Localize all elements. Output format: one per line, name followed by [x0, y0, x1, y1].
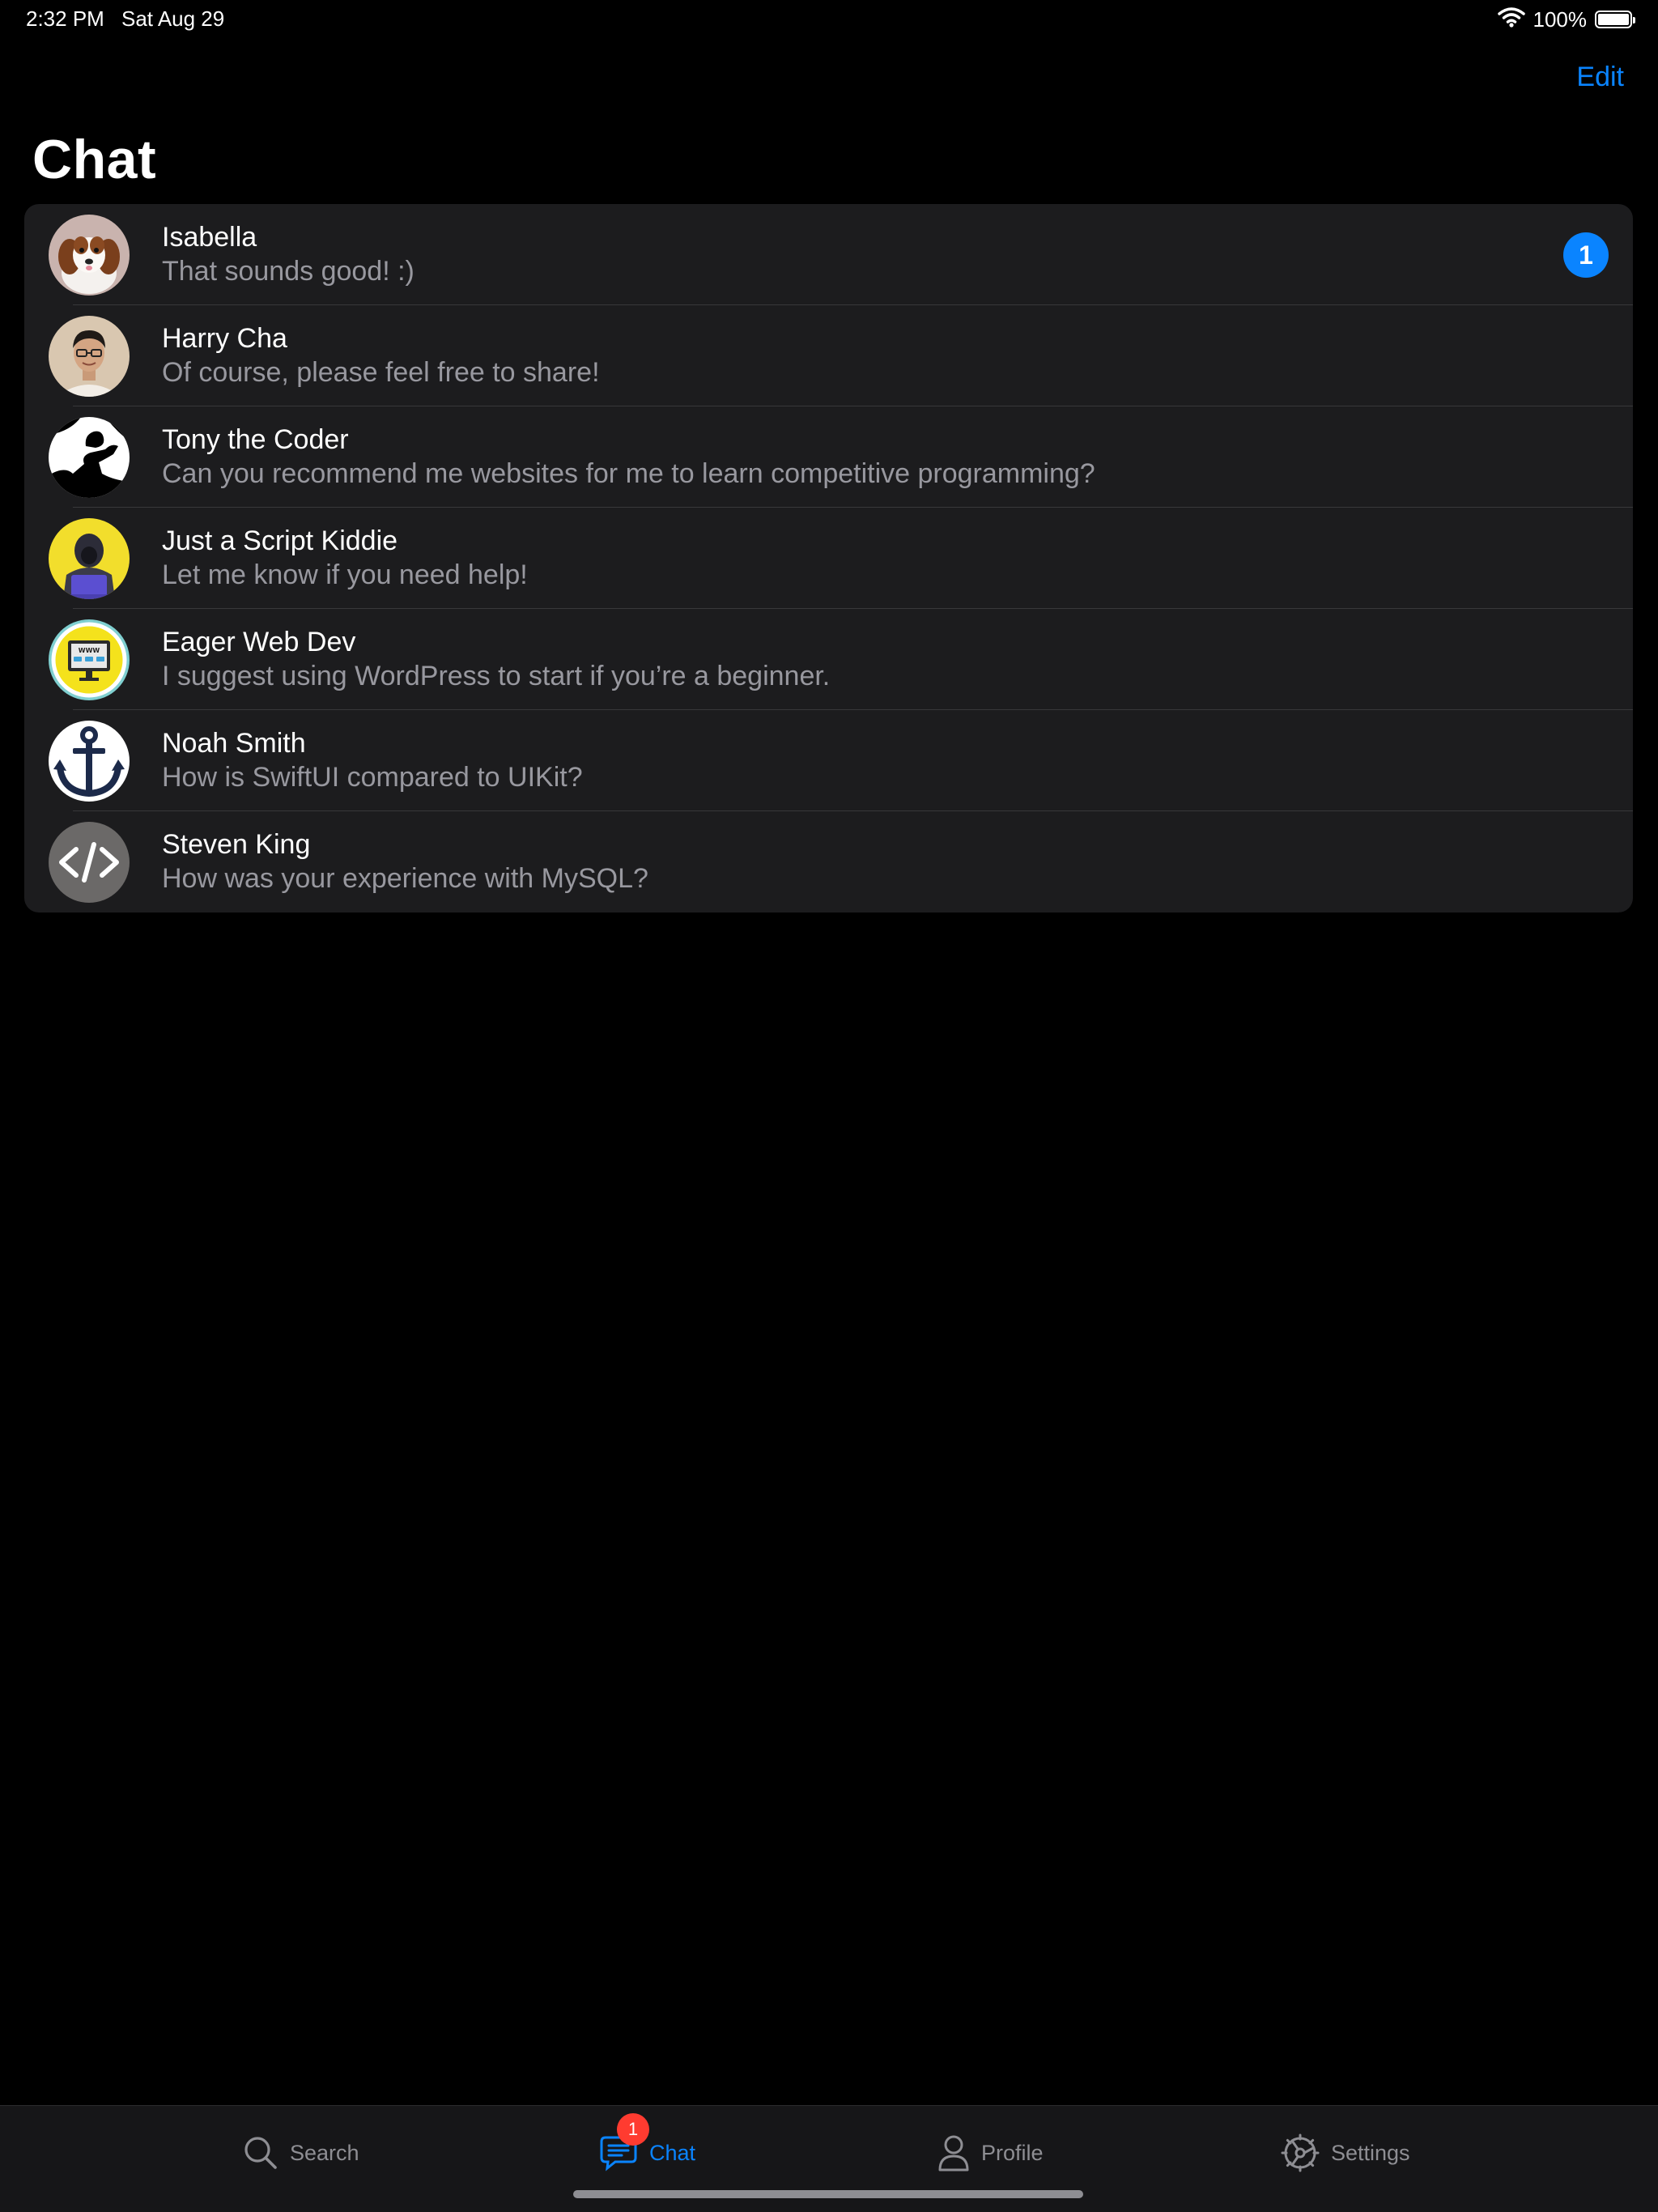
tab-chat-label: Chat [649, 2140, 696, 2165]
chat-screen: 2:32 PM Sat Aug 29 100% Edit Chat Isabel… [0, 0, 1658, 2212]
chat-bubble-icon: 1 [599, 2113, 649, 2172]
chat-name: Isabella [162, 222, 257, 253]
person-icon [937, 2134, 970, 2172]
home-indicator[interactable] [573, 2190, 1083, 2198]
chat-name: Tony the Coder [162, 424, 349, 455]
tab-profile[interactable]: Profile [937, 2130, 1044, 2176]
chat-preview: How was your experience with MySQL? [162, 863, 648, 894]
person-photo-avatar [49, 316, 130, 397]
anchor-avatar [49, 721, 130, 802]
wifi-icon [1497, 6, 1525, 33]
battery-fill [1598, 14, 1629, 25]
chat-preview: I suggest using WordPress to start if yo… [162, 661, 831, 691]
unread-badge: 1 [1563, 232, 1609, 278]
chat-row-noah-smith[interactable]: Noah Smith How is SwiftUI compared to UI… [24, 710, 1633, 811]
chat-preview: That sounds good! :) [162, 256, 414, 287]
chat-row-eager-web-dev[interactable]: WWW Eager Web Dev I suggest using WordPr… [24, 609, 1633, 710]
tab-search[interactable]: Search [243, 2130, 359, 2176]
chat-name: Noah Smith [162, 728, 306, 759]
hacker-avatar [49, 518, 130, 599]
page-title: Chat [32, 129, 157, 190]
puppy-avatar [49, 215, 130, 296]
code-brackets-avatar [49, 822, 130, 903]
chat-row-isabella[interactable]: Isabella That sounds good! :) 1 [24, 204, 1633, 305]
status-indicators: 100% [1497, 5, 1635, 34]
chat-name: Harry Cha [162, 323, 287, 354]
tab-profile-label: Profile [981, 2140, 1044, 2165]
chat-preview: Can you recommend me websites for me to … [162, 458, 1095, 489]
status-time: 2:32 PM [26, 6, 104, 31]
chat-list: Isabella That sounds good! :) 1 Harry Ch… [24, 204, 1633, 912]
chat-name: Just a Script Kiddie [162, 525, 398, 556]
www-monitor-avatar: WWW [49, 619, 130, 700]
status-bar: 2:32 PM Sat Aug 29 100% [0, 0, 1658, 39]
chat-row-just-a-script-kiddie[interactable]: Just a Script Kiddie Let me know if you … [24, 508, 1633, 609]
battery-icon [1595, 11, 1635, 28]
chat-preview: Of course, please feel free to share! [162, 357, 600, 388]
battery-tip [1633, 17, 1635, 23]
chat-row-steven-king[interactable]: Steven King How was your experience with… [24, 811, 1633, 912]
chat-preview: How is SwiftUI compared to UIKit? [162, 762, 583, 793]
chat-row-harry-cha[interactable]: Harry Cha Of course, please feel free to… [24, 305, 1633, 406]
tab-chat-badge: 1 [617, 2113, 649, 2146]
tab-settings[interactable]: Settings [1281, 2130, 1410, 2176]
tab-settings-label: Settings [1331, 2140, 1410, 2165]
tab-search-label: Search [290, 2140, 359, 2165]
svg-text:WWW: WWW [79, 647, 100, 654]
gear-icon [1281, 2133, 1320, 2172]
chat-preview: Let me know if you need help! [162, 559, 528, 590]
chat-row-tony-the-coder[interactable]: Tony the Coder Can you recommend me webs… [24, 406, 1633, 508]
edit-button[interactable]: Edit [1576, 62, 1624, 93]
status-date: Sat Aug 29 [121, 6, 225, 31]
tab-chat[interactable]: 1 Chat [599, 2113, 696, 2176]
chat-name: Eager Web Dev [162, 627, 356, 657]
chat-name: Steven King [162, 829, 311, 860]
battery-percentage: 100% [1533, 6, 1588, 32]
search-icon [243, 2135, 278, 2171]
silhouette-avatar [49, 417, 130, 498]
